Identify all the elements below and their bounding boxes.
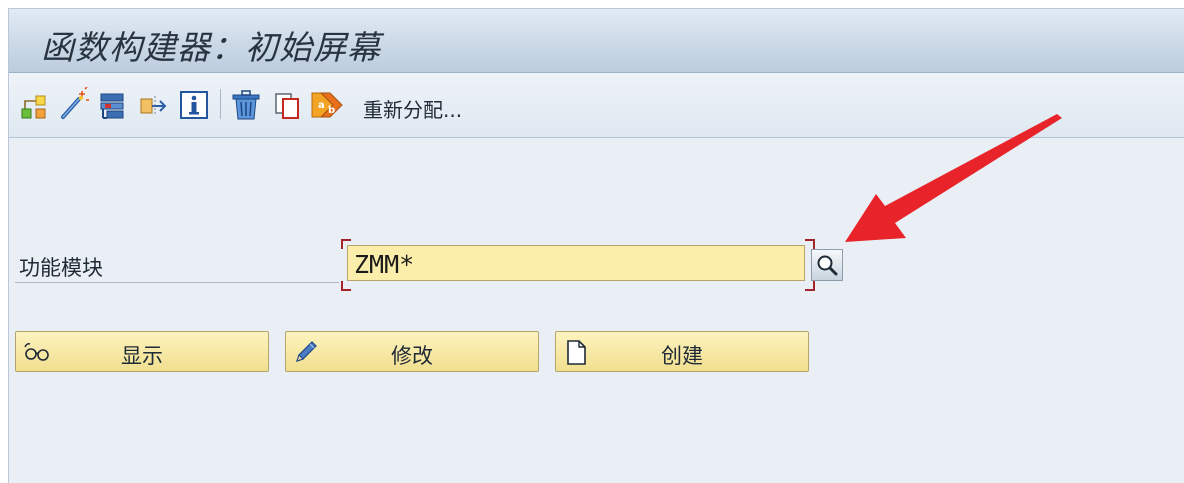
title-bar: 函数构建器：初始屏幕 [9, 9, 1184, 73]
function-module-label: 功能模块 [19, 256, 103, 280]
function-module-field-wrapper [341, 239, 815, 291]
change-button-label: 修改 [391, 345, 433, 368]
application-toolbar: a b 重新分配... [9, 73, 1184, 138]
delete-trash-icon[interactable] [229, 87, 263, 123]
label-underline [15, 282, 339, 283]
search-help-button[interactable] [811, 249, 843, 281]
magnifier-icon [817, 255, 838, 276]
information-icon[interactable] [177, 87, 211, 123]
where-used-icon[interactable] [97, 87, 131, 123]
svg-text:b: b [328, 105, 335, 116]
svg-text:a: a [318, 100, 325, 111]
copy-icon[interactable] [271, 87, 305, 123]
display-button[interactable]: 显示 [15, 331, 269, 372]
function-module-input[interactable] [347, 245, 805, 281]
required-marker [805, 239, 815, 249]
sap-window: 函数构建器：初始屏幕 a b 重新分配... 功能模块 ZMM* 显示 修改 创… [8, 8, 1184, 483]
wizard-wand-icon[interactable] [57, 87, 91, 123]
change-button[interactable]: 修改 [285, 331, 539, 372]
display-button-label: 显示 [121, 345, 163, 368]
required-marker [341, 281, 351, 291]
required-marker [805, 281, 815, 291]
toolbar-separator [220, 89, 221, 119]
main-content: 功能模块 显示 [9, 138, 1184, 483]
rename-icon[interactable]: a b [309, 87, 343, 123]
page-title: 函数构建器：初始屏幕 [41, 28, 381, 67]
create-button-label: 创建 [661, 345, 703, 368]
create-button[interactable]: 创建 [555, 331, 809, 372]
transport-icon[interactable] [137, 87, 171, 123]
reassign-button[interactable]: 重新分配... [363, 94, 462, 123]
object-list-icon[interactable] [19, 87, 53, 123]
